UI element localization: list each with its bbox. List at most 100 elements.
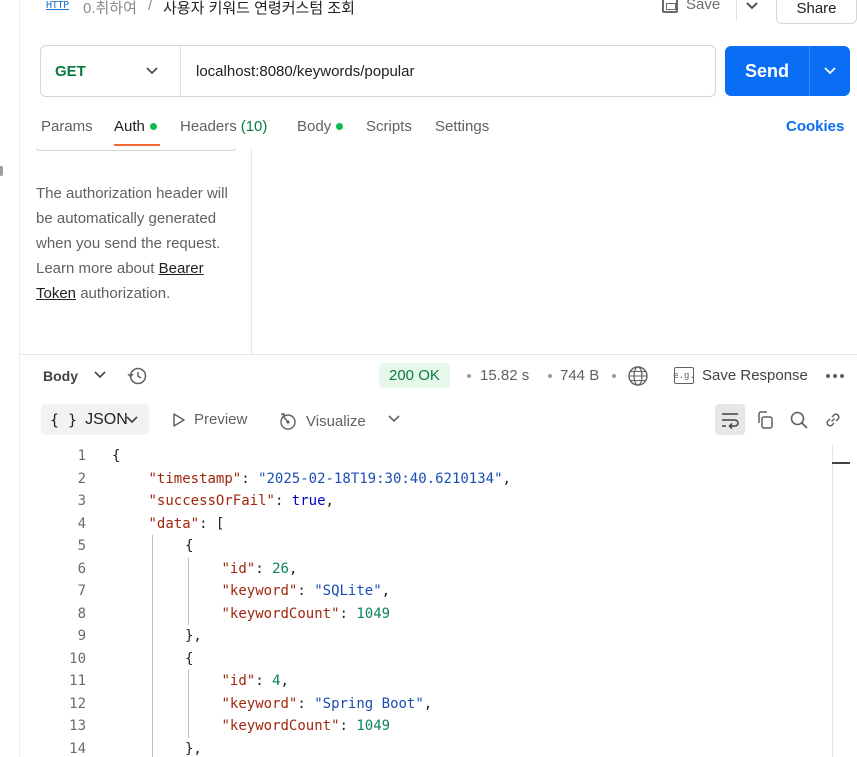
status-badge[interactable]: 200 OK — [379, 363, 450, 388]
tab-body-label: Body — [297, 118, 332, 135]
chevron-down-icon[interactable] — [93, 368, 107, 382]
chevron-down-icon[interactable] — [744, 0, 760, 16]
code-line: 4 "data": [ — [20, 513, 832, 536]
line-number: 13 — [69, 718, 86, 735]
code-line: 6 "id": 26, — [20, 558, 832, 581]
code-token: }, — [185, 740, 202, 757]
search-icon[interactable] — [789, 410, 809, 430]
code-token: true — [291, 493, 326, 510]
request-title[interactable]: 사용자 키워드 연령커스텀 조회 — [163, 0, 355, 18]
tab-headers[interactable]: Headers (10) — [180, 118, 267, 135]
code-line: 7 "keyword": "SQLite", — [20, 580, 832, 603]
tab-auth[interactable]: Auth — [114, 118, 157, 135]
code-token: , — [325, 493, 334, 510]
code-token: : — [274, 493, 292, 510]
code-line: 8 "keywordCount": 1049 — [20, 603, 832, 626]
code-text: "timestamp": "2025-02-18T19:30:40.621013… — [149, 471, 511, 487]
code-token: , — [288, 560, 298, 577]
section-divider — [20, 354, 857, 355]
response-header: Body 200 OK 15.82 s 744 B e.g. Save Resp… — [20, 360, 857, 392]
send-button[interactable]: Send — [725, 46, 850, 96]
code-line: 12 "keyword": "Spring Boot", — [20, 693, 832, 716]
indent-guide — [188, 557, 189, 625]
code-token: { — [112, 448, 121, 465]
copy-icon[interactable] — [755, 410, 775, 430]
send-options-button[interactable] — [810, 46, 850, 96]
line-number: 2 — [77, 470, 86, 487]
code-token: "id" — [221, 673, 256, 690]
chevron-down-icon — [146, 67, 158, 75]
meta-separator — [548, 374, 552, 378]
chevron-down-icon — [824, 67, 836, 75]
preview-button[interactable]: Preview — [172, 411, 247, 428]
code-token: : [ — [199, 515, 225, 532]
response-size[interactable]: 744 B — [560, 367, 599, 384]
tab-settings-label: Settings — [435, 118, 490, 135]
response-code-view[interactable]: 1 {2 "timestamp": "2025-02-18T19:30:40.621… — [20, 444, 832, 757]
scrollbar[interactable] — [832, 444, 852, 757]
more-icon[interactable] — [826, 374, 844, 378]
url-input[interactable] — [181, 46, 715, 96]
play-icon — [173, 412, 185, 427]
request-tabs: Params Auth Headers (10) Body Scripts Set… — [20, 108, 857, 148]
format-select[interactable]: { } JSON — [41, 404, 149, 435]
cookies-link[interactable]: Cookies — [786, 118, 844, 135]
code-line: 9}, — [20, 625, 832, 648]
history-icon[interactable] — [126, 365, 148, 387]
code-text: }, — [185, 741, 202, 757]
tab-settings[interactable]: Settings — [435, 118, 489, 135]
save-divider — [736, 0, 737, 20]
response-body-label[interactable]: Body — [43, 368, 78, 384]
wrap-lines-button[interactable] — [715, 404, 745, 435]
code-token: "SQLite" — [314, 583, 382, 600]
line-number: 1 — [77, 448, 86, 465]
active-tab-indicator — [114, 144, 160, 146]
preview-label: Preview — [194, 411, 248, 428]
auth-type-select[interactable] — [36, 148, 236, 151]
auth-active-dot — [149, 123, 157, 130]
json-braces-icon: { } — [50, 410, 78, 429]
code-text: "keywordCount": 1049 — [222, 718, 391, 734]
code-token: , — [423, 695, 433, 712]
auth-desc-end: authorization. — [80, 285, 171, 302]
tab-params[interactable]: Params — [41, 118, 93, 135]
visualize-button[interactable]: Visualize — [278, 411, 366, 431]
method-select[interactable]: GET — [41, 46, 181, 96]
line-number: 12 — [69, 695, 86, 712]
visualize-label: Visualize — [306, 412, 366, 430]
scrollbar-marker — [832, 462, 850, 464]
chevron-down-icon[interactable] — [387, 412, 401, 426]
tab-scripts[interactable]: Scripts — [366, 118, 412, 135]
globe-icon[interactable] — [627, 365, 649, 387]
code-line: 14}, — [20, 738, 832, 757]
code-text: { — [185, 651, 193, 667]
code-text: { — [185, 538, 193, 554]
tab-headers-label: Headers — [180, 118, 237, 135]
breadcrumb-collection[interactable]: 0.취하여 — [83, 0, 137, 18]
code-token: : — [297, 583, 315, 600]
save-button[interactable]: Save — [662, 0, 720, 13]
code-line: 3 "successOrFail": true, — [20, 490, 832, 513]
code-token: "data" — [148, 515, 200, 532]
response-time[interactable]: 15.82 s — [480, 367, 529, 384]
url-bar: GET — [40, 45, 716, 97]
indent-guide — [151, 535, 153, 757]
link-icon[interactable] — [823, 410, 843, 430]
code-text: "id": 4, — [222, 673, 289, 689]
auth-panel: The authorization header will be automat… — [20, 148, 252, 354]
share-button[interactable]: Share — [776, 0, 857, 24]
save-response-button[interactable]: Save Response — [702, 367, 808, 384]
code-token: 1049 — [356, 605, 391, 622]
line-number: 11 — [69, 673, 86, 690]
response-toolbar: { } JSON Preview Visualize — [20, 402, 857, 436]
code-text: "keywordCount": 1049 — [222, 606, 391, 622]
tab-body[interactable]: Body — [297, 118, 344, 135]
code-token: : — [339, 718, 357, 735]
meta-separator — [612, 374, 616, 378]
code-token: : — [297, 695, 315, 712]
example-icon: e.g. — [673, 367, 695, 384]
code-token: "Spring Boot" — [314, 695, 424, 712]
code-token: "timestamp" — [148, 470, 242, 487]
code-token: "keywordCount" — [221, 718, 340, 735]
line-number: 5 — [77, 538, 86, 555]
